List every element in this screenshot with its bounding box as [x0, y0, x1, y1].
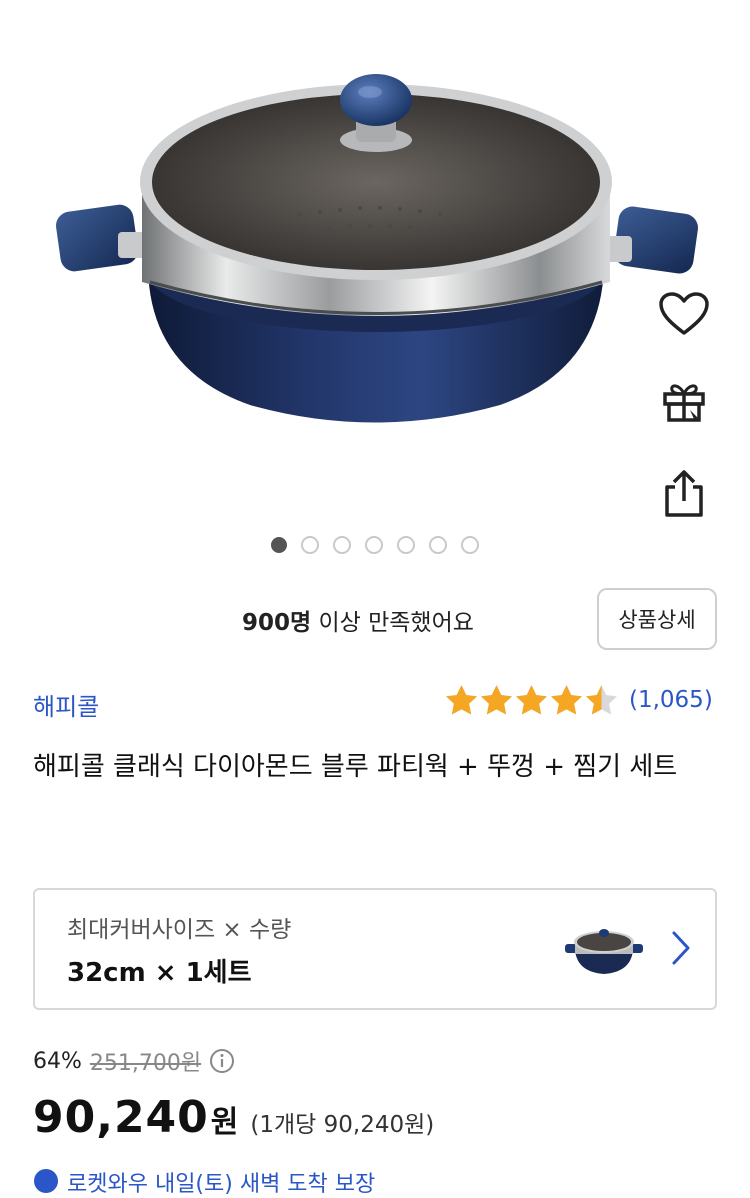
- final-price-row: 90,240 원 (1개당 90,240원): [33, 1092, 733, 1143]
- unit-price: (1개당 90,240원): [250, 1112, 435, 1138]
- review-count[interactable]: (1,065): [629, 687, 713, 713]
- gallery-dot[interactable]: [301, 536, 319, 554]
- gallery-dot[interactable]: [271, 537, 287, 553]
- product-title: 해피콜 클래식 다이아몬드 블루 파티웍 + 뚜껑 + 찜기 세트: [33, 752, 678, 782]
- discount-row: 64% 251,700원: [33, 1044, 733, 1078]
- option-value: 32cm × 1세트: [67, 958, 252, 988]
- gallery-dot[interactable]: [429, 536, 447, 554]
- gallery-dot[interactable]: [333, 536, 351, 554]
- star-icon: [481, 685, 512, 715]
- satisfaction-suffix: 이상 만족했어요: [311, 610, 474, 636]
- delivery-text: 로켓와우 내일(토) 새벽 도착 보장: [67, 1172, 376, 1197]
- currency-label: 원: [210, 1105, 239, 1140]
- satisfaction-count: 900명: [242, 610, 312, 636]
- option-label: 최대커버사이즈 × 수량: [67, 917, 292, 943]
- star-icon: [516, 685, 547, 715]
- brand-link[interactable]: 해피콜: [33, 687, 99, 722]
- satisfaction-text: 900명 이상 만족했어요: [242, 603, 474, 637]
- star-icon: [586, 685, 617, 715]
- share-button[interactable]: [650, 460, 718, 528]
- gallery-dot[interactable]: [397, 536, 415, 554]
- wishlist-button[interactable]: [650, 280, 718, 348]
- gallery-dot[interactable]: [461, 536, 479, 554]
- gift-icon: [663, 384, 705, 422]
- info-icon[interactable]: [209, 1048, 235, 1074]
- discount-percent: 64%: [33, 1048, 82, 1074]
- delivery-info: 로켓와우 내일(토) 새벽 도착 보장: [33, 1168, 375, 1198]
- gallery-dot[interactable]: [365, 536, 383, 554]
- price-section: 64% 251,700원 90,240 원 (1개당 90,240원): [33, 1044, 733, 1144]
- chevron-right-icon: [672, 931, 690, 965]
- product-detail-button[interactable]: 상품상세: [597, 588, 717, 650]
- heart-icon: [659, 292, 709, 335]
- rating[interactable]: (1,065): [444, 680, 713, 720]
- final-price: 90,240: [33, 1092, 209, 1143]
- star-icon: [551, 685, 582, 715]
- star-rating: [444, 683, 619, 717]
- original-price: 251,700원: [89, 1051, 202, 1076]
- product-image-gallery[interactable]: [0, 0, 750, 570]
- share-icon: [665, 470, 703, 517]
- star-icon: [446, 685, 477, 715]
- option-selector[interactable]: 최대커버사이즈 × 수량 32cm × 1세트: [33, 888, 717, 1010]
- gift-button[interactable]: [650, 366, 718, 434]
- option-thumbnail: [565, 929, 643, 974]
- rocket-delivery-icon: [34, 1169, 58, 1193]
- gallery-pagination[interactable]: [0, 536, 750, 554]
- product-photo: [56, 74, 698, 423]
